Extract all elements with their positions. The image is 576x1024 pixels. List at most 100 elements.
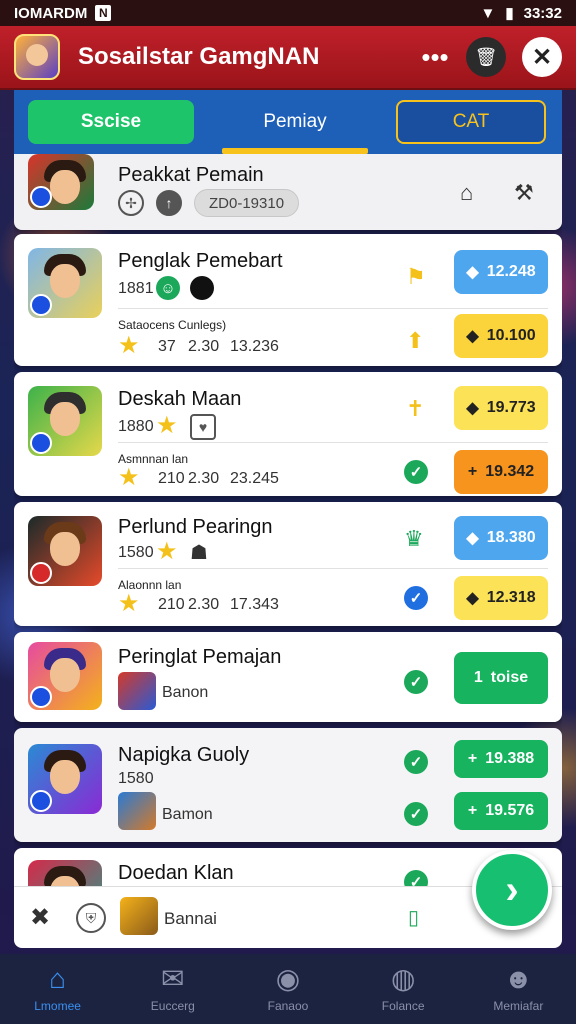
- trash-icon: 🗑: [474, 46, 498, 67]
- pill-value: 19.388: [485, 750, 535, 767]
- pill-value: 12.318: [486, 589, 536, 606]
- value-button[interactable]: ◆ 10.100: [454, 314, 548, 358]
- toolbar-label: Bannai: [164, 909, 217, 928]
- avatar: [28, 744, 102, 814]
- tab-cat[interactable]: CAT: [396, 100, 546, 144]
- list-item[interactable]: Peringlat Pemajan Banon ✓ 1 toise: [14, 632, 562, 722]
- check-icon: ✓: [404, 670, 428, 694]
- battery-icon: ▮: [505, 5, 514, 22]
- pet-icon: ☗: [190, 542, 208, 564]
- status-time: 33:32: [523, 4, 562, 22]
- avatar: [28, 248, 102, 318]
- value-button[interactable]: + 19.342: [454, 450, 548, 494]
- nav-label: Folance: [381, 999, 425, 1013]
- nav-label: Memiafar: [493, 999, 544, 1013]
- pill-value: 19.342: [485, 463, 535, 480]
- home-icon: ⌂: [49, 963, 67, 994]
- mail-icon: ✉: [161, 963, 185, 994]
- flag-icon: ⚑: [406, 264, 426, 289]
- value-button[interactable]: + 19.576: [454, 792, 548, 830]
- subtitle-text: Banon: [162, 684, 209, 701]
- nav-item-mail[interactable]: ✉ Euccerg: [123, 963, 223, 1014]
- arrow-up-icon: ✝: [406, 396, 425, 421]
- action-button[interactable]: 1 toise: [454, 652, 548, 704]
- app-title: Sosailstar GamgNAN: [78, 43, 320, 70]
- status-left-text: IOMARDM: [14, 4, 88, 22]
- crown-icon: ♛: [404, 526, 424, 551]
- plus-icon: +: [467, 463, 478, 480]
- avatar: [28, 516, 102, 586]
- pill-value: 19.576: [485, 802, 535, 819]
- star-icon: ★: [156, 538, 178, 565]
- next-button[interactable]: ›: [472, 850, 552, 930]
- diamond-icon: ◆: [466, 530, 479, 547]
- row-title: Napigka Guoly: [118, 744, 250, 766]
- nav-item-search[interactable]: ◉ Fanaoo: [238, 963, 338, 1014]
- stat-3: 13.236: [230, 338, 279, 355]
- stat-2: 2.30: [188, 596, 220, 613]
- level-text: 1880: [118, 418, 154, 435]
- check-icon: ✓: [404, 802, 428, 826]
- pill-value: 12.248: [486, 263, 536, 280]
- nfc-icon: N: [95, 5, 112, 21]
- tools-icon[interactable]: ✖: [30, 903, 50, 932]
- profile-icon: ☻: [503, 963, 534, 994]
- item-icon: [118, 672, 156, 710]
- star-icon: ★: [118, 464, 140, 491]
- player-list: Peakkat Pemain ✢ ↑ ZD0-19310 ⌂ ⚒ Penglak…: [14, 154, 562, 954]
- more-options-icon[interactable]: •••: [420, 37, 450, 77]
- star-icon: ★: [118, 332, 140, 359]
- subtitle-text: Bamon: [162, 806, 213, 823]
- dot-icon: [190, 276, 214, 300]
- stat-1: 210: [158, 470, 185, 487]
- value-button[interactable]: ◆ 19.773: [454, 386, 548, 430]
- list-item[interactable]: Napigka Guoly 1580 Bamon ✓ ✓ + 19.388 + …: [14, 728, 562, 842]
- wifi-icon: ▼: [480, 4, 496, 22]
- pill-value: 10.100: [486, 327, 536, 344]
- avatar: [28, 642, 102, 710]
- tab-active[interactable]: Pemiay: [212, 100, 378, 154]
- level-text: 1580: [118, 544, 154, 561]
- list-item[interactable]: Perlund Pearingn 1580 ★ ☗ Alaonnn lan ★ …: [14, 502, 562, 626]
- avatar: [28, 154, 94, 210]
- close-button[interactable]: ✕: [522, 37, 562, 77]
- nav-label: Fanaoo: [267, 999, 309, 1013]
- upload-icon: ↑: [156, 190, 182, 216]
- trash-button[interactable]: 🗑: [466, 37, 506, 77]
- nav-label: Lmomee: [34, 999, 81, 1013]
- plus-icon: +: [467, 750, 478, 767]
- list-item[interactable]: Peakkat Pemain ✢ ↑ ZD0-19310 ⌂ ⚒: [14, 154, 562, 230]
- chevron-right-icon: ›: [505, 867, 519, 912]
- level-text: 1881: [118, 280, 154, 297]
- tools-icon[interactable]: ⚒: [514, 180, 534, 206]
- list-item[interactable]: Deskah Maan 1880 ★ ♥ Asmnnan lan ★ 210 2…: [14, 372, 562, 496]
- nav-label: Euccerg: [150, 999, 195, 1013]
- one-icon: 1: [473, 669, 483, 686]
- bookmark-icon[interactable]: ▯: [408, 905, 419, 930]
- folder-icon[interactable]: ⌂: [460, 180, 473, 206]
- tab-first[interactable]: Sscise: [28, 100, 194, 144]
- badge-icon: ♥: [190, 414, 216, 440]
- stat-2: 2.30: [188, 470, 220, 487]
- nav-item-home[interactable]: ⌂ Lmomee: [8, 963, 108, 1014]
- stat-3: 23.245: [230, 470, 279, 487]
- value-button[interactable]: ◆ 18.380: [454, 516, 548, 560]
- diamond-icon: ◆: [466, 328, 479, 345]
- diamond-icon: ◆: [466, 590, 479, 607]
- nav-item-globe[interactable]: ◍ Folance: [353, 965, 453, 1014]
- nav-item-profile[interactable]: ☻ Memiafar: [468, 963, 568, 1014]
- pill-value: toise: [490, 669, 529, 686]
- row-title: Doedan Klan: [118, 862, 234, 884]
- value-button[interactable]: ◆ 12.318: [454, 576, 548, 620]
- tabs-bar: Sscise Pemiay CAT: [14, 90, 562, 154]
- row-title: Penglak Pemebart: [118, 250, 283, 272]
- subtitle-text: Sataocens Cunlegs): [118, 318, 227, 332]
- row-title: Deskah Maan: [118, 388, 242, 410]
- value-button[interactable]: ◆ 12.248: [454, 250, 548, 294]
- list-item[interactable]: Penglak Pemebart 1881 ☺ Sataocens Cunleg…: [14, 234, 562, 366]
- search-icon: ◉: [275, 963, 301, 994]
- shield-icon[interactable]: ⛨: [76, 903, 106, 933]
- item-icon: [120, 897, 158, 935]
- value-button[interactable]: + 19.388: [454, 740, 548, 778]
- stat-2: 2.30: [188, 338, 220, 355]
